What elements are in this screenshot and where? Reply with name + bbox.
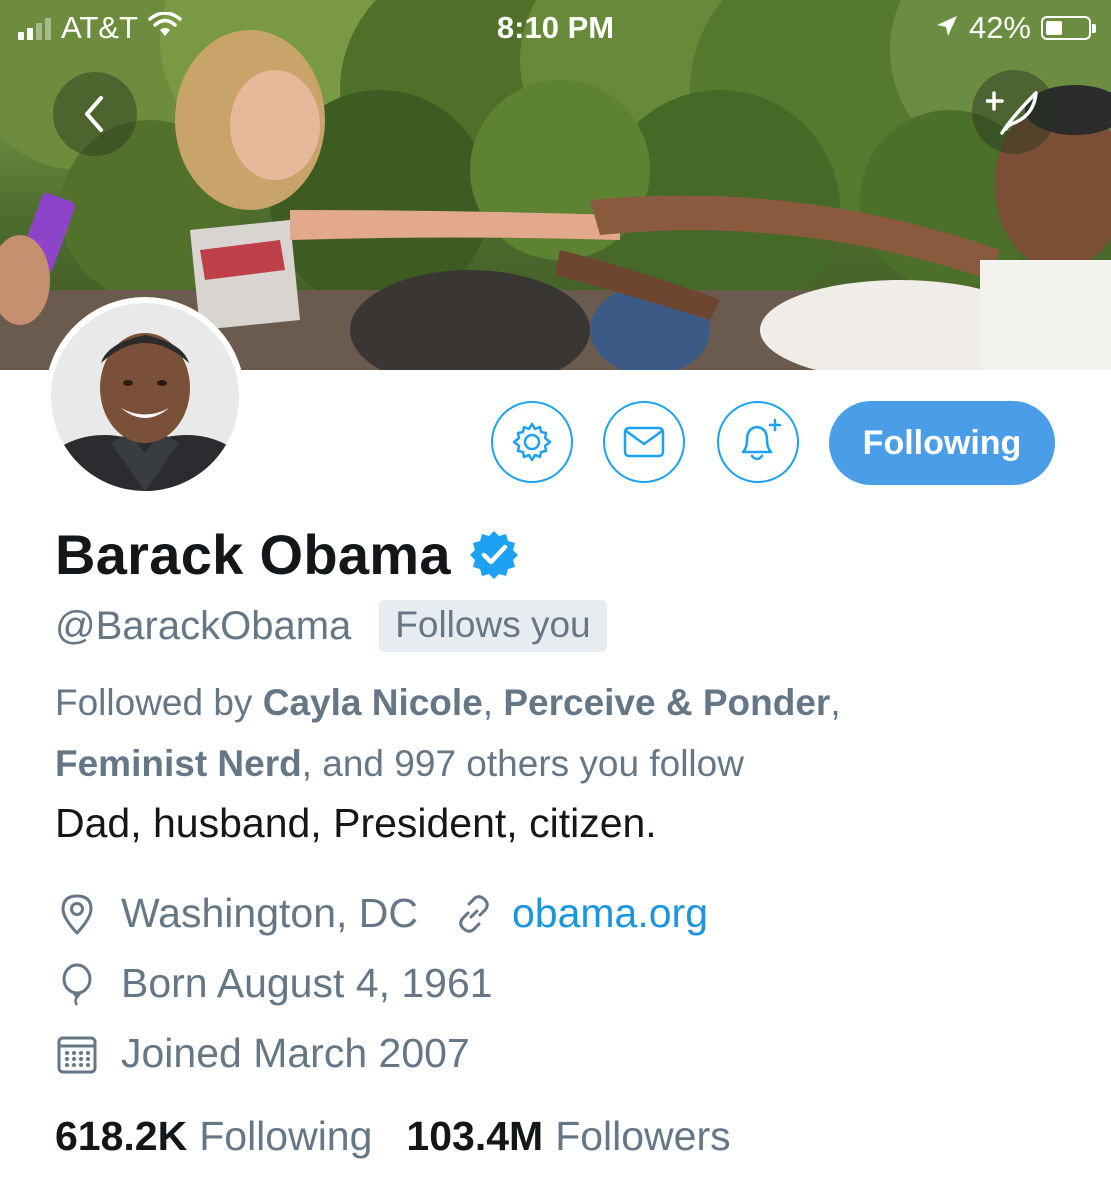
follow-stats: 618.2K Following 103.4M Followers [55, 1113, 731, 1160]
followed-by-text[interactable]: Followed by Cayla Nicole, Perceive & Pon… [55, 672, 1075, 794]
compose-tweet-button[interactable] [972, 70, 1056, 154]
separator: , [830, 682, 841, 723]
profile-avatar[interactable] [45, 297, 245, 497]
username-handle: @BarackObama [55, 603, 352, 648]
location-pin-icon [55, 892, 99, 936]
birthday-text: Born August 4, 1961 [121, 960, 493, 1006]
separator: , [482, 682, 504, 723]
followers-count: 103.4M [406, 1113, 544, 1159]
profile-name-row: Barack Obama [55, 522, 519, 587]
website-link[interactable]: obama.org [512, 890, 708, 937]
following-stat[interactable]: 618.2K Following [55, 1113, 372, 1160]
link-icon [452, 892, 496, 936]
followers-stat[interactable]: 103.4M Followers [406, 1113, 730, 1160]
joined-text: Joined March 2007 [121, 1030, 470, 1076]
calendar-icon [55, 1032, 99, 1076]
battery-icon [1041, 16, 1096, 40]
mutual-follower-name[interactable]: Cayla Nicole [263, 682, 483, 723]
status-bar: AT&T 8:10 PM 42% [0, 0, 1111, 58]
compose-tweet-icon [986, 91, 1038, 135]
notifications-button[interactable] [717, 401, 799, 483]
send-message-button[interactable] [603, 401, 685, 483]
location-text: Washington, DC [121, 890, 418, 936]
verified-badge-icon [469, 529, 519, 584]
birthday-row: Born August 4, 1961 [55, 960, 493, 1007]
bell-plus-icon [741, 418, 782, 461]
chevron-left-icon [85, 96, 103, 132]
location-arrow-icon [935, 10, 959, 46]
gear-icon [512, 422, 552, 462]
profile-bio: Dad, husband, President, citizen. [55, 800, 657, 846]
envelope-icon [623, 426, 665, 458]
display-name: Barack Obama [55, 523, 451, 586]
followers-label: Followers [555, 1113, 731, 1159]
location-row: Washington, DC obama.org [55, 890, 708, 937]
handle-row: @BarackObama Follows you [55, 600, 607, 652]
following-label: Following [199, 1113, 373, 1159]
back-button[interactable] [53, 72, 137, 156]
follows-you-badge: Follows you [379, 600, 607, 652]
following-count: 618.2K [55, 1113, 188, 1159]
mutual-follower-name[interactable]: Feminist Nerd [55, 743, 302, 784]
following-button[interactable]: Following [829, 401, 1055, 485]
followed-by-suffix: 997 others you follow [394, 743, 744, 784]
followed-by-prefix: Followed by [55, 682, 263, 723]
battery-percent: 42% [968, 10, 1031, 45]
balloon-icon [55, 962, 99, 1006]
separator: , and [301, 743, 395, 784]
joined-row: Joined March 2007 [55, 1030, 470, 1077]
mutual-follower-name[interactable]: Perceive & Ponder [503, 682, 830, 723]
avatar-photo [51, 303, 239, 491]
profile-settings-button[interactable] [491, 401, 573, 483]
